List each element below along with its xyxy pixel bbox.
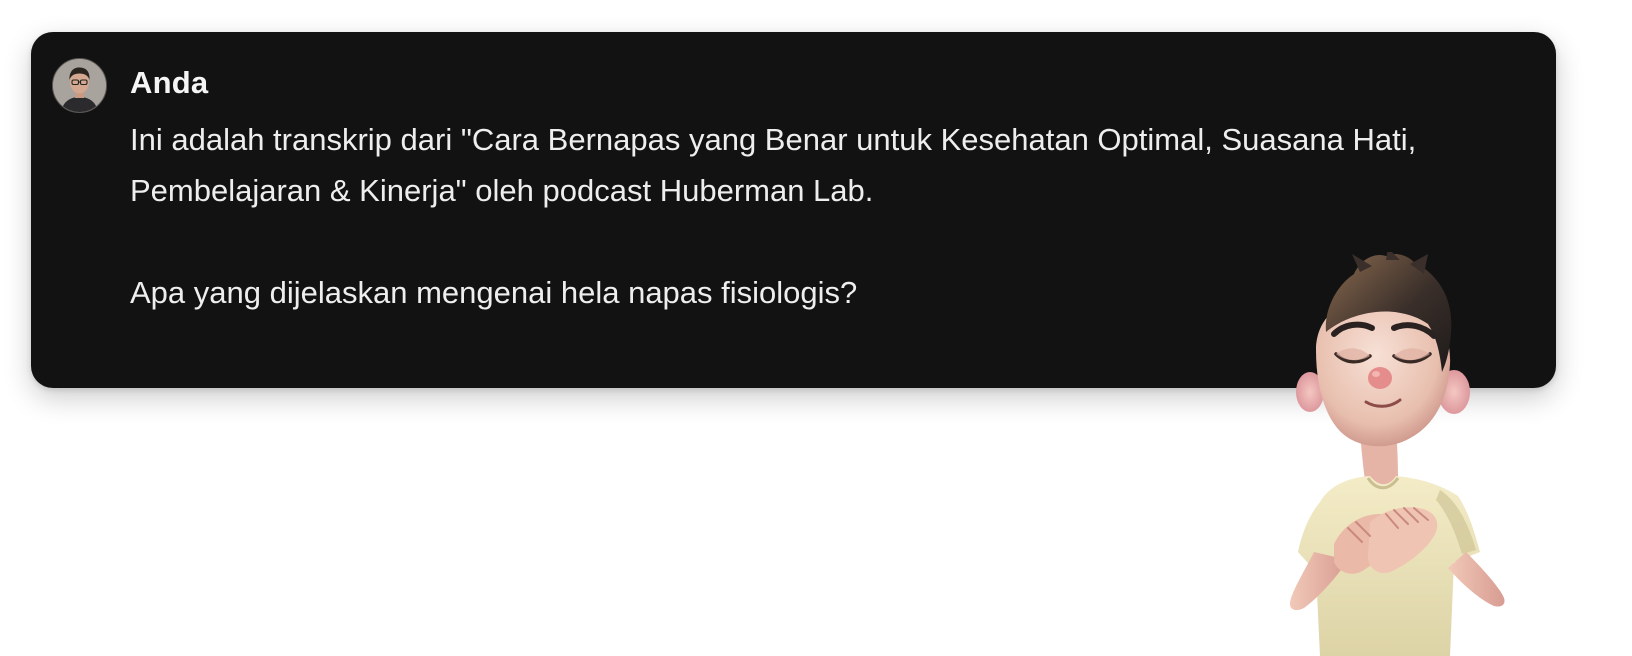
breathing-character-illustration [1290,252,1505,656]
message-paragraph: Apa yang dijelaskan mengenai hela napas … [130,275,858,310]
sender-name: Anda [130,65,209,100]
user-avatar [52,58,107,113]
message-paragraph: Ini adalah transkrip dari "Cara Bernapas… [130,122,1417,208]
avatar-photo-icon [53,59,106,112]
message-body: Ini adalah transkrip dari "Cara Bernapas… [130,114,1460,318]
page: Anda Ini adalah transkrip dari "Cara Ber… [0,0,1632,656]
